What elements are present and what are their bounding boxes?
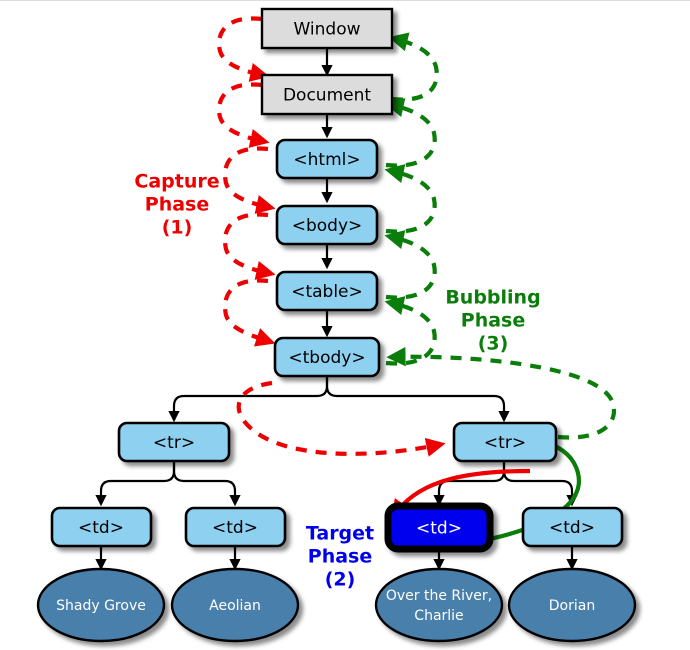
dom-event-flow-diagram: Window Document <html> <body> <table> <t…: [0, 0, 690, 650]
bubbling-phase-label: Bubbling Phase (3): [445, 287, 540, 355]
edge-tr-right-td-4: [502, 462, 578, 507]
node-leaf-3[interactable]: [374, 567, 504, 643]
node-tbody-label: <tbody>: [288, 348, 365, 368]
bubbling-phase-label-line2: Phase: [461, 310, 525, 332]
node-td-1-label: <td>: [78, 518, 124, 538]
edge-tr-right-td-target: [433, 462, 506, 507]
node-tr-left-label: <tr>: [153, 433, 195, 453]
capture-arrow-document-html: [217, 82, 270, 148]
target-phase-label-line3: (2): [325, 569, 356, 591]
bubbling-phase-arrows: [384, 32, 616, 440]
node-td-4-label: <td>: [549, 518, 595, 538]
capture-phase-label-line1: Capture: [134, 171, 219, 193]
node-td-target-label: <td>: [416, 519, 462, 539]
target-phase-label-line2: Phase: [308, 546, 372, 568]
node-window-label: Window: [293, 20, 360, 40]
node-html-label: <html>: [293, 150, 360, 170]
capture-phase-label-line2: Phase: [145, 194, 209, 216]
edge-tr-left-td-1: [95, 462, 176, 507]
edge-tbody-tr-left: [168, 377, 329, 423]
node-leaf-3-label-line1: Over the River,: [386, 588, 492, 604]
target-phase-label: Target Phase (2): [306, 523, 374, 591]
node-table-label: <table>: [291, 282, 363, 302]
node-td-2-label: <td>: [212, 518, 258, 538]
node-tr-right-label: <tr>: [484, 433, 526, 453]
bubbling-arrow-body-html: [384, 164, 437, 234]
node-leaf-4-label: Dorian: [549, 598, 595, 614]
target-phase-label-line1: Target: [306, 523, 374, 545]
node-leaf-2-label: Aeolian: [209, 598, 261, 614]
bubbling-phase-label-line3: (3): [478, 333, 509, 355]
node-document-label: Document: [283, 86, 371, 106]
node-leaf-3-label-line2: Charlie: [414, 608, 463, 624]
capture-arrow-window-document: [217, 16, 270, 82]
capture-arrow-table-tbody: [223, 278, 276, 347]
bubbling-phase-label-line1: Bubbling: [445, 287, 540, 309]
bubbling-arrow-tbody-table: [384, 296, 437, 366]
capture-phase-label-line3: (1): [162, 217, 193, 239]
capture-arrow-html-body: [223, 146, 276, 214]
edge-tr-left-td-2: [172, 462, 241, 507]
capture-arrow-tbody-tr-right: [236, 380, 446, 457]
node-leaf-1-label: Shady Grove: [56, 598, 146, 614]
diagram-canvas: Window Document <html> <body> <table> <t…: [36, 7, 637, 643]
capture-arrow-body-table: [223, 212, 276, 280]
bubbling-arrow-document-window: [388, 32, 439, 102]
node-body-label: <body>: [292, 216, 363, 236]
capture-phase-label: Capture Phase (1): [134, 171, 219, 239]
bubbling-arrow-html-document: [384, 98, 437, 168]
edge-tbody-tr-right: [325, 377, 510, 423]
bubbling-arrow-table-body: [384, 230, 437, 300]
